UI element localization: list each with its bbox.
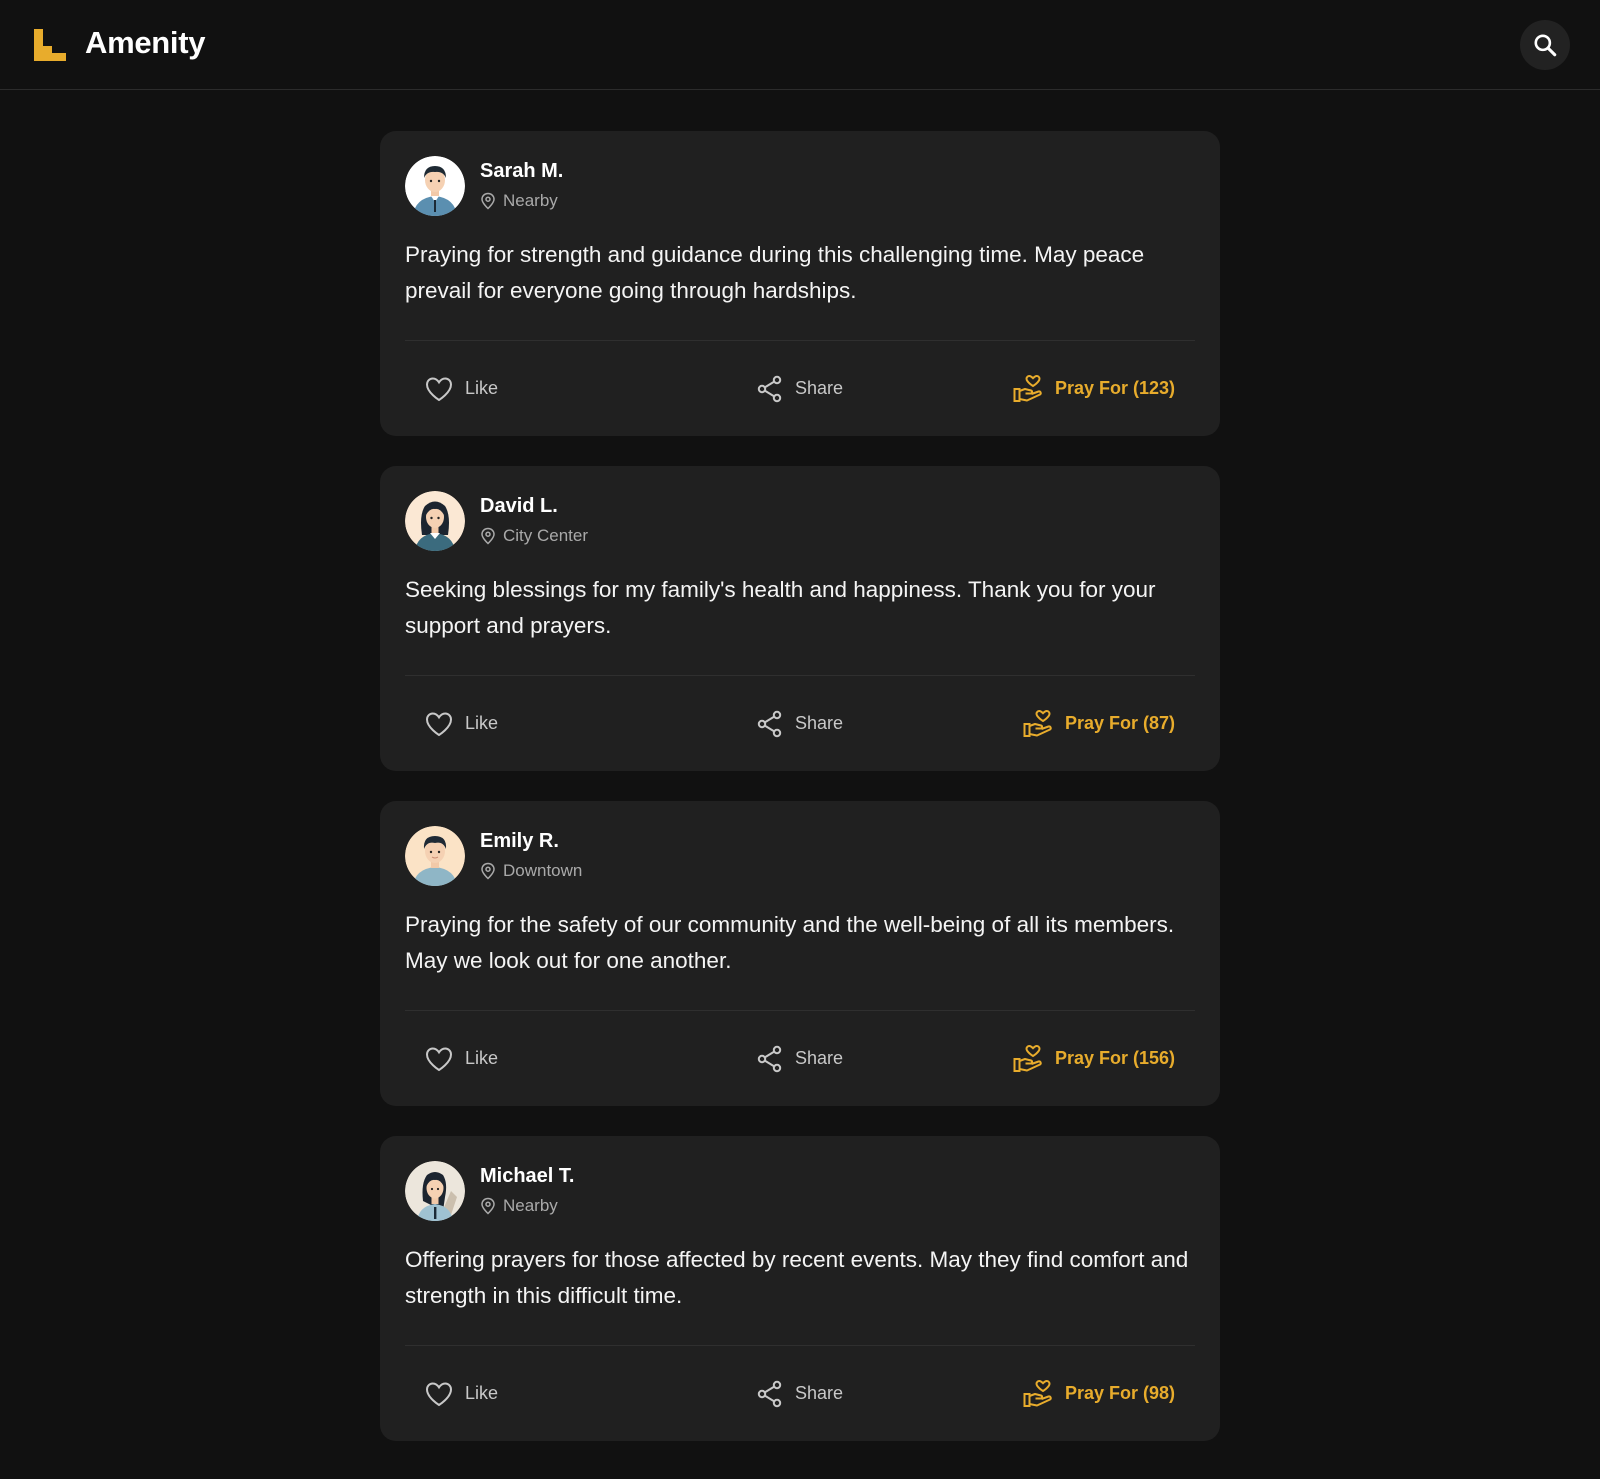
share-icon bbox=[757, 710, 782, 737]
share-button[interactable]: Share bbox=[710, 341, 890, 436]
like-button[interactable]: Like bbox=[425, 341, 498, 436]
post-location: Downtown bbox=[480, 861, 582, 881]
woman-avatar-icon[interactable] bbox=[405, 491, 465, 551]
helping-hand-heart-icon bbox=[1013, 1044, 1042, 1072]
stairs-logo-icon[interactable] bbox=[32, 27, 68, 63]
like-button[interactable]: Like bbox=[425, 1011, 498, 1106]
post-actions: Like Share Pray For (123) bbox=[405, 341, 1195, 436]
like-label: Like bbox=[465, 378, 499, 398]
share-label: Share bbox=[794, 378, 844, 398]
post-actions: Like Share Pray For (156) bbox=[405, 1011, 1195, 1106]
post-card: Sarah M. Nearby Praying for strength and… bbox=[380, 131, 1220, 436]
location-pin-icon bbox=[481, 862, 495, 880]
post-author[interactable]: David L. bbox=[480, 495, 558, 518]
search-icon bbox=[1534, 34, 1557, 57]
pray-for-button[interactable]: Pray For (156) bbox=[1013, 1011, 1175, 1106]
man-avatar-icon[interactable] bbox=[405, 826, 465, 886]
post-location: Nearby bbox=[480, 1196, 558, 1216]
share-button[interactable]: Share bbox=[710, 1011, 890, 1106]
like-label: Like bbox=[465, 1048, 499, 1068]
pray-for-button[interactable]: Pray For (87) bbox=[1023, 676, 1175, 771]
app-title[interactable]: Amenity bbox=[85, 25, 206, 61]
share-label: Share bbox=[794, 1383, 844, 1403]
helping-hand-heart-icon bbox=[1013, 374, 1042, 402]
helping-hand-heart-icon bbox=[1023, 709, 1052, 737]
pray-for-label: Pray For (123) bbox=[1054, 378, 1175, 398]
pray-for-label: Pray For (87) bbox=[1064, 713, 1175, 733]
share-icon bbox=[757, 1380, 782, 1407]
like-label: Like bbox=[465, 713, 499, 733]
share-label: Share bbox=[794, 1048, 844, 1068]
like-button[interactable]: Like bbox=[425, 1346, 498, 1441]
pray-for-button[interactable]: Pray For (123) bbox=[1013, 341, 1175, 436]
helping-hand-heart-icon bbox=[1023, 1379, 1052, 1407]
post-text: Seeking blessings for my family's health… bbox=[405, 577, 1156, 638]
share-button[interactable]: Share bbox=[710, 676, 890, 771]
post-author[interactable]: Michael T. bbox=[480, 1165, 574, 1188]
post-location: City Center bbox=[480, 526, 588, 546]
share-button[interactable]: Share bbox=[710, 1346, 890, 1441]
share-icon bbox=[757, 375, 782, 402]
share-label: Share bbox=[794, 713, 844, 733]
post-author[interactable]: Emily R. bbox=[480, 830, 559, 853]
location-label: City Center bbox=[503, 526, 589, 545]
like-label: Like bbox=[465, 1383, 499, 1403]
post-text: Praying for strength and guidance during… bbox=[405, 242, 1145, 303]
location-pin-icon bbox=[481, 192, 495, 210]
post-location: Nearby bbox=[480, 191, 558, 211]
pray-for-label: Pray For (156) bbox=[1054, 1048, 1175, 1068]
pray-for-label: Pray For (98) bbox=[1064, 1383, 1175, 1403]
post-author[interactable]: Sarah M. bbox=[480, 160, 563, 183]
man-avatar-icon[interactable] bbox=[405, 156, 465, 216]
post-actions: Like Share Pray For (87) bbox=[405, 676, 1195, 771]
heart-icon bbox=[425, 1381, 453, 1406]
post-card: Emily R. Downtown Praying for the safety… bbox=[380, 801, 1220, 1106]
heart-icon bbox=[425, 1046, 453, 1071]
prayer-feed: Sarah M. Nearby Praying for strength and… bbox=[380, 131, 1220, 1471]
location-pin-icon bbox=[481, 527, 495, 545]
pray-for-button[interactable]: Pray For (98) bbox=[1023, 1346, 1175, 1441]
search-button[interactable] bbox=[1520, 20, 1570, 70]
location-label: Nearby bbox=[503, 191, 558, 210]
post-card: David L. City Center Seeking blessings f… bbox=[380, 466, 1220, 771]
share-icon bbox=[757, 1045, 782, 1072]
post-text: Praying for the safety of our community … bbox=[405, 912, 1175, 973]
like-button[interactable]: Like bbox=[425, 676, 498, 771]
post-actions: Like Share Pray For (98) bbox=[405, 1346, 1195, 1441]
top-bar: Amenity bbox=[0, 0, 1600, 90]
location-pin-icon bbox=[481, 1197, 495, 1215]
heart-icon bbox=[425, 711, 453, 736]
post-card: Michael T. Nearby Offering prayers for t… bbox=[380, 1136, 1220, 1441]
post-text: Offering prayers for those affected by r… bbox=[405, 1247, 1189, 1308]
location-label: Nearby bbox=[503, 1196, 558, 1215]
heart-icon bbox=[425, 376, 453, 401]
location-label: Downtown bbox=[503, 861, 583, 880]
woman-avatar-icon[interactable] bbox=[405, 1161, 465, 1221]
